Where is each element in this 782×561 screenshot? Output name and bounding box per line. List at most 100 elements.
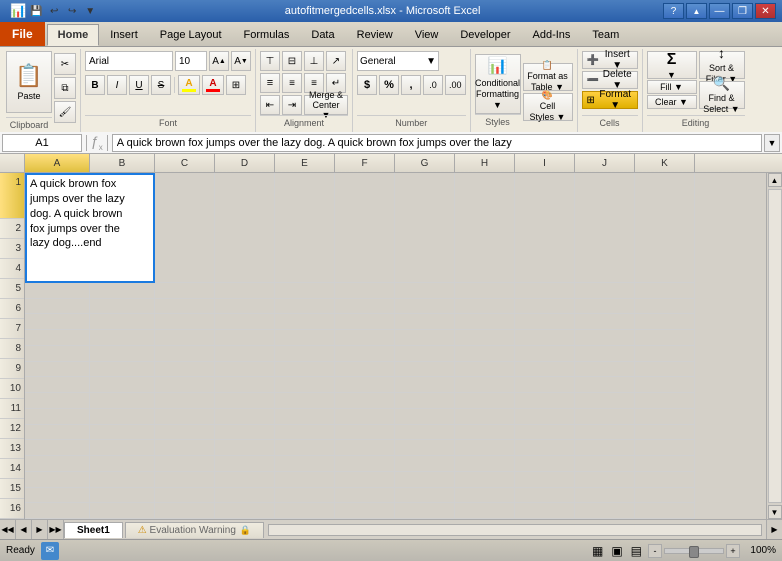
col-header-c[interactable]: C xyxy=(155,154,215,172)
cell-k8[interactable] xyxy=(635,377,695,393)
file-tab[interactable]: File xyxy=(0,22,45,46)
cell-styles-btn[interactable]: 🎨Cell Styles ▼ xyxy=(523,93,573,121)
col-header-g[interactable]: G xyxy=(395,154,455,172)
cell-j3[interactable] xyxy=(575,299,635,315)
cell-j12[interactable] xyxy=(575,440,635,456)
tab-view[interactable]: View xyxy=(404,24,450,46)
cell-b3[interactable] xyxy=(90,299,155,315)
cell-j16[interactable] xyxy=(575,503,635,519)
cell-c4[interactable] xyxy=(155,314,215,330)
cell-c2[interactable] xyxy=(155,283,215,299)
cell-h15[interactable] xyxy=(455,488,515,504)
cell-k11[interactable] xyxy=(635,425,695,441)
cell-a11[interactable] xyxy=(25,425,90,441)
cell-h4[interactable] xyxy=(455,314,515,330)
cell-b12[interactable] xyxy=(90,440,155,456)
cell-c5[interactable] xyxy=(155,330,215,346)
cell-h13[interactable] xyxy=(455,456,515,472)
cell-h3[interactable] xyxy=(455,299,515,315)
help-btn[interactable]: ? xyxy=(663,3,684,19)
cell-h16[interactable] xyxy=(455,503,515,519)
cell-j4[interactable] xyxy=(575,314,635,330)
col-header-h[interactable]: H xyxy=(455,154,515,172)
cell-i10[interactable] xyxy=(515,409,575,425)
cell-d5[interactable] xyxy=(215,330,275,346)
col-header-k[interactable]: K xyxy=(635,154,695,172)
tab-data[interactable]: Data xyxy=(300,24,345,46)
currency-btn[interactable]: $ xyxy=(357,75,377,95)
cell-h12[interactable] xyxy=(455,440,515,456)
cell-c1[interactable] xyxy=(155,173,215,283)
cell-f16[interactable] xyxy=(335,503,395,519)
cell-h5[interactable] xyxy=(455,330,515,346)
cell-i4[interactable] xyxy=(515,314,575,330)
cell-e14[interactable] xyxy=(275,472,335,488)
cell-g16[interactable] xyxy=(395,503,455,519)
cell-e10[interactable] xyxy=(275,409,335,425)
align-left-btn[interactable]: ≡ xyxy=(260,73,280,93)
cell-f1[interactable] xyxy=(335,173,395,283)
row-header-6[interactable]: 6 xyxy=(0,299,24,319)
cell-k6[interactable] xyxy=(635,346,695,362)
formula-input[interactable]: A quick brown fox jumps over the lazy do… xyxy=(112,134,762,152)
cell-f4[interactable] xyxy=(335,314,395,330)
vertical-scrollbar[interactable]: ▲ ▼ xyxy=(766,173,782,519)
cell-d7[interactable] xyxy=(215,362,275,378)
cell-d11[interactable] xyxy=(215,425,275,441)
row-header-14[interactable]: 14 xyxy=(0,459,24,479)
cell-d9[interactable] xyxy=(215,393,275,409)
cell-e13[interactable] xyxy=(275,456,335,472)
cell-g13[interactable] xyxy=(395,456,455,472)
cell-c3[interactable] xyxy=(155,299,215,315)
format-as-table-btn[interactable]: 📋Format as Table ▼ xyxy=(523,63,573,91)
cell-j10[interactable] xyxy=(575,409,635,425)
row-header-2[interactable]: 2 xyxy=(0,219,24,239)
cell-j7[interactable] xyxy=(575,362,635,378)
cell-d13[interactable] xyxy=(215,456,275,472)
cell-g11[interactable] xyxy=(395,425,455,441)
cell-i16[interactable] xyxy=(515,503,575,519)
cell-k9[interactable] xyxy=(635,393,695,409)
notification-icon[interactable]: ✉ xyxy=(41,542,59,560)
cell-e8[interactable] xyxy=(275,377,335,393)
cell-i6[interactable] xyxy=(515,346,575,362)
cell-f13[interactable] xyxy=(335,456,395,472)
row-header-10[interactable]: 10 xyxy=(0,379,24,399)
col-header-f[interactable]: F xyxy=(335,154,395,172)
tab-review[interactable]: Review xyxy=(346,24,404,46)
align-top-btn[interactable]: ⊤ xyxy=(260,51,280,71)
cell-f5[interactable] xyxy=(335,330,395,346)
merge-center-btn[interactable]: Merge & Center ▼ xyxy=(304,95,348,115)
fill-color-btn[interactable]: A xyxy=(178,75,200,95)
tab-home[interactable]: Home xyxy=(47,24,100,46)
cell-a12[interactable] xyxy=(25,440,90,456)
cell-a3[interactable] xyxy=(25,299,90,315)
cell-k3[interactable] xyxy=(635,299,695,315)
cell-d1[interactable] xyxy=(215,173,275,283)
cell-g6[interactable] xyxy=(395,346,455,362)
cell-a7[interactable] xyxy=(25,362,90,378)
cell-c6[interactable] xyxy=(155,346,215,362)
hscroll-track[interactable] xyxy=(268,524,762,536)
sheet-tab-eval-warning[interactable]: ⚠ Evaluation Warning 🔒 xyxy=(125,522,264,538)
cell-i3[interactable] xyxy=(515,299,575,315)
cell-g15[interactable] xyxy=(395,488,455,504)
cell-j13[interactable] xyxy=(575,456,635,472)
cell-g14[interactable] xyxy=(395,472,455,488)
cell-j8[interactable] xyxy=(575,377,635,393)
cell-j6[interactable] xyxy=(575,346,635,362)
cell-a2[interactable] xyxy=(25,283,90,299)
undo-quick-btn[interactable]: ↩ xyxy=(46,3,62,19)
cell-b6[interactable] xyxy=(90,346,155,362)
cell-d14[interactable] xyxy=(215,472,275,488)
cell-f6[interactable] xyxy=(335,346,395,362)
increase-font-btn[interactable]: A▲ xyxy=(209,51,229,71)
sheet-tab-nav-next[interactable]: ▶ xyxy=(32,520,48,540)
cell-b7[interactable] xyxy=(90,362,155,378)
cell-f14[interactable] xyxy=(335,472,395,488)
cell-k13[interactable] xyxy=(635,456,695,472)
cell-j15[interactable] xyxy=(575,488,635,504)
redo-quick-btn[interactable]: ↪ xyxy=(64,3,80,19)
align-middle-btn[interactable]: ⊟ xyxy=(282,51,302,71)
comma-btn[interactable]: , xyxy=(401,75,421,95)
